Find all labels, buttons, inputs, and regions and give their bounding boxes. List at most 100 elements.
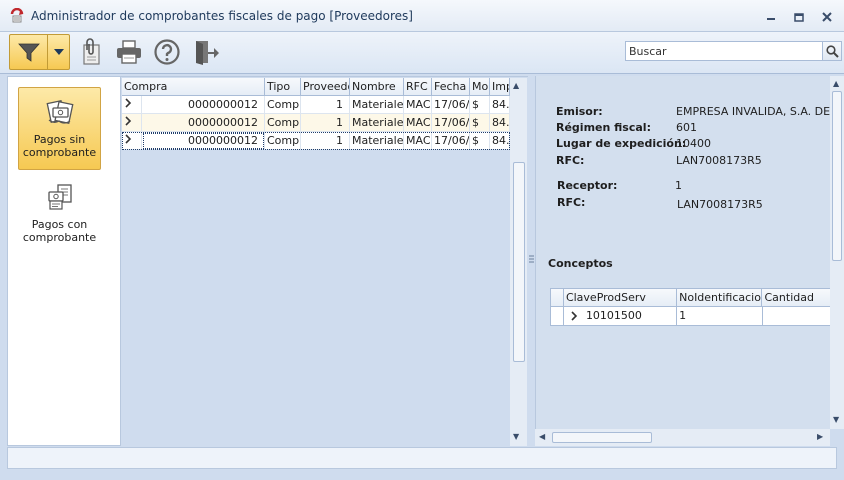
scroll-left-icon[interactable]: ◀ [539, 432, 545, 441]
table-row[interactable]: 0000000012 Compr 1 Materiales MAC 17/06/… [122, 114, 510, 132]
payments-grid: Compra Tipo Proveedo Nombre RFC Fecha Mo… [121, 76, 528, 446]
filter-split-button[interactable] [9, 34, 70, 70]
column-header-cantidad[interactable]: Cantidad [762, 289, 830, 307]
cell-nombre: Materiales [350, 114, 404, 132]
scroll-down-icon[interactable]: ▼ [833, 415, 839, 424]
row-expand-icon[interactable] [122, 96, 142, 114]
receptor-label: Receptor: [557, 179, 618, 192]
row-expand-icon[interactable] [122, 114, 142, 132]
scroll-up-icon[interactable]: ▲ [513, 81, 519, 90]
row-indicator [551, 307, 564, 325]
receptor-value: 1 [675, 179, 682, 192]
row-expand-icon [571, 311, 578, 321]
cell-importe: 84. [490, 96, 510, 114]
table-row[interactable]: 10101500 1 [551, 307, 830, 325]
scrollbar-thumb[interactable] [513, 162, 525, 362]
column-header-moneda[interactable]: Mo [470, 78, 490, 96]
nav-item-label-line1: Pagos con [31, 218, 88, 231]
cell-fecha: 17/06/ [432, 96, 470, 114]
scroll-down-icon[interactable]: ▼ [513, 432, 519, 441]
toolbar [0, 32, 844, 74]
emisor-rfc-label: RFC: [556, 154, 585, 167]
restore-icon[interactable] [788, 8, 810, 26]
row-expand-icon[interactable] [122, 132, 142, 150]
scroll-up-icon[interactable]: ▲ [833, 79, 839, 88]
column-header-noidentificacion[interactable]: NoIdentificacion [677, 289, 763, 307]
cell-compra: 0000000012 [142, 132, 265, 150]
app-icon [9, 7, 25, 24]
cell-moneda: $ [470, 132, 490, 150]
cell-fecha: 17/06/ [432, 114, 470, 132]
cell-proveedor: 1 [301, 132, 350, 150]
grid-header: Compra Tipo Proveedo Nombre RFC Fecha Mo… [122, 78, 510, 96]
column-header-compra[interactable]: Compra [122, 78, 265, 96]
detail-panel: Emisor: EMPRESA INVALIDA, S.A. DE C Régi… [535, 76, 830, 429]
column-header-nombre[interactable]: Nombre [350, 78, 404, 96]
detail-vertical-scrollbar[interactable]: ▲ ▼ [830, 76, 844, 429]
cell-noidentificacion: 1 [677, 307, 763, 325]
nav-item-label-line2: comprobante [22, 231, 97, 244]
cell-nombre: Materiales [350, 132, 404, 150]
cell-tipo: Compr [265, 132, 301, 150]
cell-nombre: Materiales [350, 96, 404, 114]
help-icon[interactable] [152, 36, 182, 68]
chevron-down-icon[interactable] [48, 35, 69, 69]
receptor-rfc-value: LAN7008173R5 [677, 198, 763, 211]
navigation-pane: Pagos sin comprobante Pagos con comproba… [7, 76, 121, 446]
emisor-rfc-value: LAN7008173R5 [676, 154, 762, 167]
cell-tipo: Compr [265, 114, 301, 132]
cell-rfc: MAC [404, 114, 432, 132]
table-row-selected[interactable]: 0000000012 Compr 1 Materiales MAC 17/06/… [122, 132, 510, 150]
regimen-label: Régimen fiscal: [556, 121, 651, 134]
scrollbar-thumb[interactable] [552, 432, 652, 443]
payment-money-icon [46, 98, 74, 126]
cell-compra: 0000000012 [142, 114, 265, 132]
minimize-icon[interactable] [760, 8, 782, 26]
scroll-right-icon[interactable]: ▶ [817, 432, 823, 441]
search-input[interactable] [625, 41, 823, 61]
column-header-rfc[interactable]: RFC [404, 78, 432, 96]
scrollbar-thumb[interactable] [832, 91, 842, 261]
cell-moneda: $ [470, 96, 490, 114]
exit-icon[interactable] [191, 36, 221, 68]
column-header-claveprodserv[interactable]: ClaveProdServ [564, 289, 678, 307]
cell-proveedor: 1 [301, 96, 350, 114]
filter-icon[interactable] [10, 35, 48, 69]
detail-horizontal-scrollbar[interactable]: ◀ ▶ [535, 429, 830, 446]
grid-vertical-scrollbar[interactable]: ▲ ▼ [510, 78, 527, 446]
cell-compra: 0000000012 [142, 96, 265, 114]
search-icon[interactable] [823, 41, 842, 61]
payment-receipt-icon [46, 183, 74, 211]
cell-rfc: MAC [404, 132, 432, 150]
column-header-tipo[interactable]: Tipo [265, 78, 301, 96]
window-title: Administrador de comprobantes fiscales d… [31, 8, 413, 23]
nav-item-label-line1: Pagos sin [33, 133, 86, 146]
nav-item-pagos-sin-comprobante[interactable]: Pagos sin comprobante [18, 87, 101, 170]
cell-fecha: 17/06/ [432, 132, 470, 150]
emisor-value: EMPRESA INVALIDA, S.A. DE C [676, 105, 830, 118]
table-row[interactable]: 0000000012 Compr 1 Materiales MAC 17/06/… [122, 96, 510, 114]
row-indicator-header [551, 289, 564, 307]
cell-importe: 84. [490, 114, 510, 132]
column-header-importe[interactable]: Imp [490, 78, 510, 96]
lugar-value: 10400 [676, 137, 711, 150]
column-header-proveedor[interactable]: Proveedo [301, 78, 350, 96]
close-icon[interactable] [816, 8, 838, 26]
cell-rfc: MAC [404, 96, 432, 114]
cell-proveedor: 1 [301, 114, 350, 132]
status-bar [7, 447, 837, 469]
nav-item-pagos-con-comprobante[interactable]: Pagos con comprobante [18, 180, 101, 250]
cell-cantidad [763, 307, 831, 325]
cell-tipo: Compr [265, 96, 301, 114]
panel-splitter[interactable] [528, 76, 535, 446]
cell-importe: 84. [490, 132, 510, 150]
attach-document-icon[interactable] [76, 36, 106, 68]
print-icon[interactable] [114, 36, 144, 68]
nav-item-label-line2: comprobante [22, 146, 97, 159]
lugar-label: Lugar de expedición: [556, 137, 687, 150]
conceptos-grid-header: ClaveProdServ NoIdentificacion Cantidad [551, 289, 830, 307]
conceptos-grid: ClaveProdServ NoIdentificacion Cantidad … [550, 288, 830, 326]
regimen-value: 601 [676, 121, 697, 134]
conceptos-label: Conceptos [548, 257, 613, 270]
column-header-fecha[interactable]: Fecha [432, 78, 470, 96]
